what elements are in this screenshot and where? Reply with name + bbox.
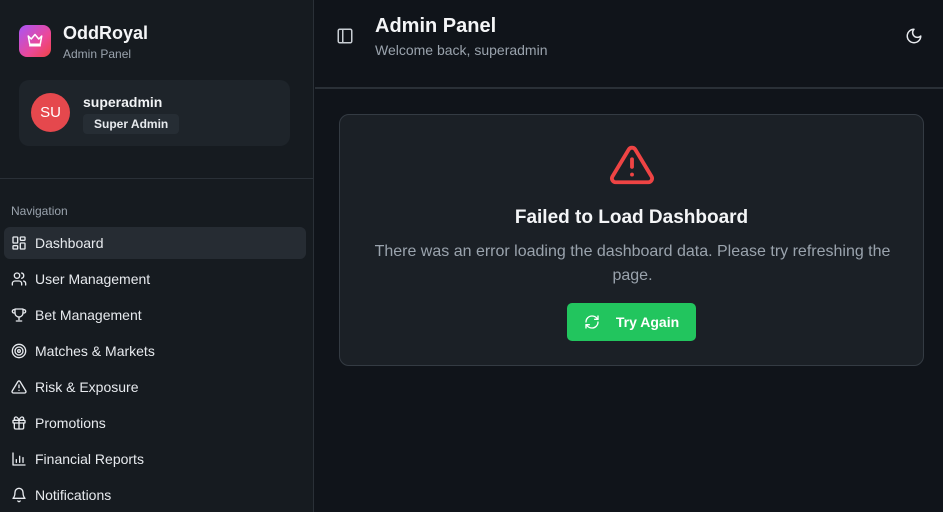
warning-icon xyxy=(11,379,27,395)
sidebar-item-label: Financial Reports xyxy=(35,451,144,467)
brand[interactable]: OddRoyal Admin Panel xyxy=(19,22,148,61)
sidebar-item-dashboard[interactable]: Dashboard xyxy=(4,227,306,259)
user-card[interactable]: SU superadmin Super Admin xyxy=(19,80,290,146)
sidebar-item-bet-management[interactable]: Bet Management xyxy=(4,299,306,331)
avatar: SU xyxy=(31,93,70,132)
gift-icon xyxy=(11,415,27,431)
brand-subtitle: Admin Panel xyxy=(63,47,132,61)
users-icon xyxy=(11,271,27,287)
sidebar-item-matches-markets[interactable]: Matches & Markets xyxy=(4,335,306,367)
target-icon xyxy=(11,343,27,359)
sidebar-item-label: Risk & Exposure xyxy=(35,379,139,395)
sidebar-item-label: Matches & Markets xyxy=(35,343,155,359)
sidebar-item-label: User Management xyxy=(35,271,151,287)
brand-logo xyxy=(19,25,51,57)
sidebar: OddRoyal Admin Panel SU superadmin Super… xyxy=(0,0,314,512)
sidebar-nav: Dashboard User Management Bet Management xyxy=(4,227,306,512)
sidebar-item-notifications[interactable]: Notifications xyxy=(4,479,306,511)
bell-icon xyxy=(11,487,27,503)
sidebar-item-label: Notifications xyxy=(35,487,112,503)
moon-icon[interactable] xyxy=(905,27,923,45)
sidebar-item-promotions[interactable]: Promotions xyxy=(4,407,306,439)
error-title: Failed to Load Dashboard xyxy=(514,207,749,228)
try-again-label: Try Again xyxy=(615,314,680,330)
bar-chart-icon xyxy=(11,451,27,467)
sidebar-toggle-icon[interactable] xyxy=(336,27,354,45)
sidebar-item-user-management[interactable]: User Management xyxy=(4,263,306,295)
refresh-icon xyxy=(585,315,599,329)
error-card: Failed to Load Dashboard There was an er… xyxy=(339,114,924,366)
try-again-button[interactable]: Try Again xyxy=(567,303,696,341)
user-name: superadmin xyxy=(83,94,163,110)
sidebar-item-risk-exposure[interactable]: Risk & Exposure xyxy=(4,371,306,403)
role-badge: Super Admin xyxy=(83,114,180,134)
page-subtitle: Welcome back, superadmin xyxy=(375,42,548,58)
error-warning-icon xyxy=(609,142,655,188)
trophy-icon xyxy=(11,307,27,323)
dashboard-icon xyxy=(11,235,27,251)
nav-heading: Navigation xyxy=(11,204,68,218)
sidebar-item-label: Bet Management xyxy=(35,307,142,323)
sidebar-item-financial-reports[interactable]: Financial Reports xyxy=(4,443,306,475)
error-message: There was an error loading the dashboard… xyxy=(374,243,891,284)
sidebar-item-label: Promotions xyxy=(35,415,106,431)
sidebar-divider xyxy=(0,178,314,179)
crown-icon xyxy=(26,30,44,53)
top-header: Admin Panel Welcome back, superadmin xyxy=(315,0,943,89)
brand-name: OddRoyal xyxy=(63,23,149,43)
page-title: Admin Panel xyxy=(375,15,497,37)
sidebar-item-label: Dashboard xyxy=(35,235,104,251)
